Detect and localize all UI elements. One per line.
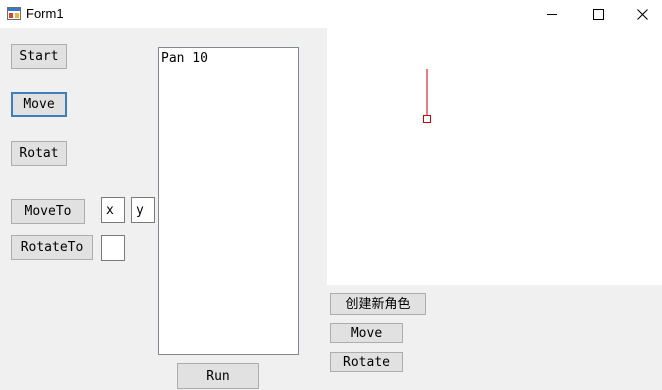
- right-rotate-button[interactable]: Rotate: [330, 352, 403, 372]
- maximize-icon: [592, 8, 604, 20]
- start-button[interactable]: Start: [11, 44, 67, 69]
- maximize-button[interactable]: [575, 0, 621, 28]
- moveto-button[interactable]: MoveTo: [11, 199, 85, 224]
- close-icon: [636, 8, 648, 20]
- minimize-button[interactable]: [529, 0, 575, 28]
- create-role-button[interactable]: 创建新角色: [330, 293, 426, 315]
- app-icon: [7, 7, 21, 20]
- x-input[interactable]: x: [101, 197, 125, 223]
- command-list[interactable]: Pan 10: [158, 47, 299, 355]
- stage-canvas[interactable]: [327, 28, 662, 285]
- window-title: Form1: [26, 6, 64, 21]
- move-button[interactable]: Move: [11, 92, 67, 117]
- close-button[interactable]: [619, 0, 662, 28]
- angle-input[interactable]: [101, 235, 125, 261]
- rotat-button[interactable]: Rotat: [11, 141, 67, 166]
- sprite-marker: [423, 115, 431, 123]
- right-move-button[interactable]: Move: [330, 323, 403, 343]
- list-item[interactable]: Pan 10: [161, 50, 298, 68]
- y-input[interactable]: y: [131, 197, 155, 223]
- minimize-icon: [547, 14, 557, 15]
- rotateto-button[interactable]: RotateTo: [11, 235, 93, 260]
- title-bar: Form1: [0, 0, 662, 28]
- sprite: [423, 69, 431, 123]
- run-button[interactable]: Run: [177, 363, 259, 389]
